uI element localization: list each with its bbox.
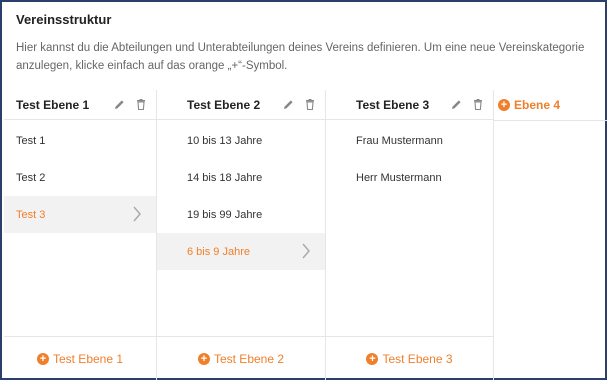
add-item-label: Test Ebene 3 bbox=[382, 351, 453, 366]
column-header: Test Ebene 3 bbox=[326, 90, 493, 120]
list-item-label: 6 bis 9 Jahre bbox=[187, 245, 250, 258]
list-item[interactable]: Herr Mustermann bbox=[326, 159, 493, 196]
add-item-label: Test Ebene 2 bbox=[213, 351, 285, 366]
plus-circle-icon: + bbox=[498, 99, 510, 111]
add-item-button[interactable]: + Test Ebene 2 bbox=[157, 336, 325, 380]
level-column-1: Test Ebene 1 Test 1 Test 2 Test 3 + Test… bbox=[4, 90, 157, 380]
description-line-1: Hier kannst du die Abteilungen und Unter… bbox=[16, 42, 585, 54]
column-divider bbox=[494, 120, 607, 121]
plus-circle-icon: + bbox=[197, 352, 210, 365]
structure-panel: Vereinsstruktur Hier kannst du die Abtei… bbox=[0, 0, 607, 380]
add-item-label: Test Ebene 1 bbox=[52, 351, 124, 366]
list-item[interactable]: 10 bis 13 Jahre bbox=[157, 122, 325, 159]
column-title: Test Ebene 3 bbox=[356, 97, 430, 112]
level-column-2: Test Ebene 2 10 bis 13 Jahre 14 bis 18 J… bbox=[157, 90, 326, 380]
list-item[interactable]: Test 1 bbox=[4, 122, 156, 159]
add-level-button[interactable]: + Ebene 4 bbox=[498, 90, 560, 120]
list-item-selected[interactable]: Test 3 bbox=[4, 196, 156, 233]
trash-icon[interactable] bbox=[134, 98, 148, 112]
column-title: Test Ebene 1 bbox=[16, 97, 90, 112]
list-item-label: Test 3 bbox=[16, 208, 46, 221]
pencil-icon[interactable] bbox=[112, 98, 126, 112]
column-header: Test Ebene 1 bbox=[4, 90, 156, 120]
add-level-label: Ebene 4 bbox=[514, 98, 561, 112]
list-item[interactable]: Test 2 bbox=[4, 159, 156, 196]
list-item-selected[interactable]: 6 bis 9 Jahre bbox=[157, 233, 325, 270]
column-header: Test Ebene 2 bbox=[157, 90, 325, 120]
pencil-icon[interactable] bbox=[281, 98, 295, 112]
add-item-button[interactable]: + Test Ebene 1 bbox=[4, 336, 156, 380]
list-item[interactable]: Frau Mustermann bbox=[326, 122, 493, 159]
chevron-right-icon bbox=[302, 243, 310, 259]
plus-circle-icon: + bbox=[366, 352, 379, 365]
level-column-3: Test Ebene 3 Frau Mustermann Herr Muster… bbox=[326, 90, 494, 380]
chevron-right-icon bbox=[133, 206, 141, 222]
level-columns: Test Ebene 1 Test 1 Test 2 Test 3 + Test… bbox=[4, 90, 607, 380]
description-line-2: anzulegen, klicke einfach auf das orange… bbox=[16, 60, 288, 72]
column-title: Test Ebene 2 bbox=[187, 97, 261, 112]
plus-circle-icon: + bbox=[36, 352, 49, 365]
list-item[interactable]: 14 bis 18 Jahre bbox=[157, 159, 325, 196]
page-description: Hier kannst du die Abteilungen und Unter… bbox=[16, 39, 606, 75]
pencil-icon[interactable] bbox=[449, 98, 463, 112]
trash-icon[interactable] bbox=[471, 98, 485, 112]
add-item-button[interactable]: + Test Ebene 3 bbox=[326, 336, 493, 380]
trash-icon[interactable] bbox=[303, 98, 317, 112]
list-item[interactable]: 19 bis 99 Jahre bbox=[157, 196, 325, 233]
page-title: Vereinsstruktur bbox=[16, 12, 112, 27]
